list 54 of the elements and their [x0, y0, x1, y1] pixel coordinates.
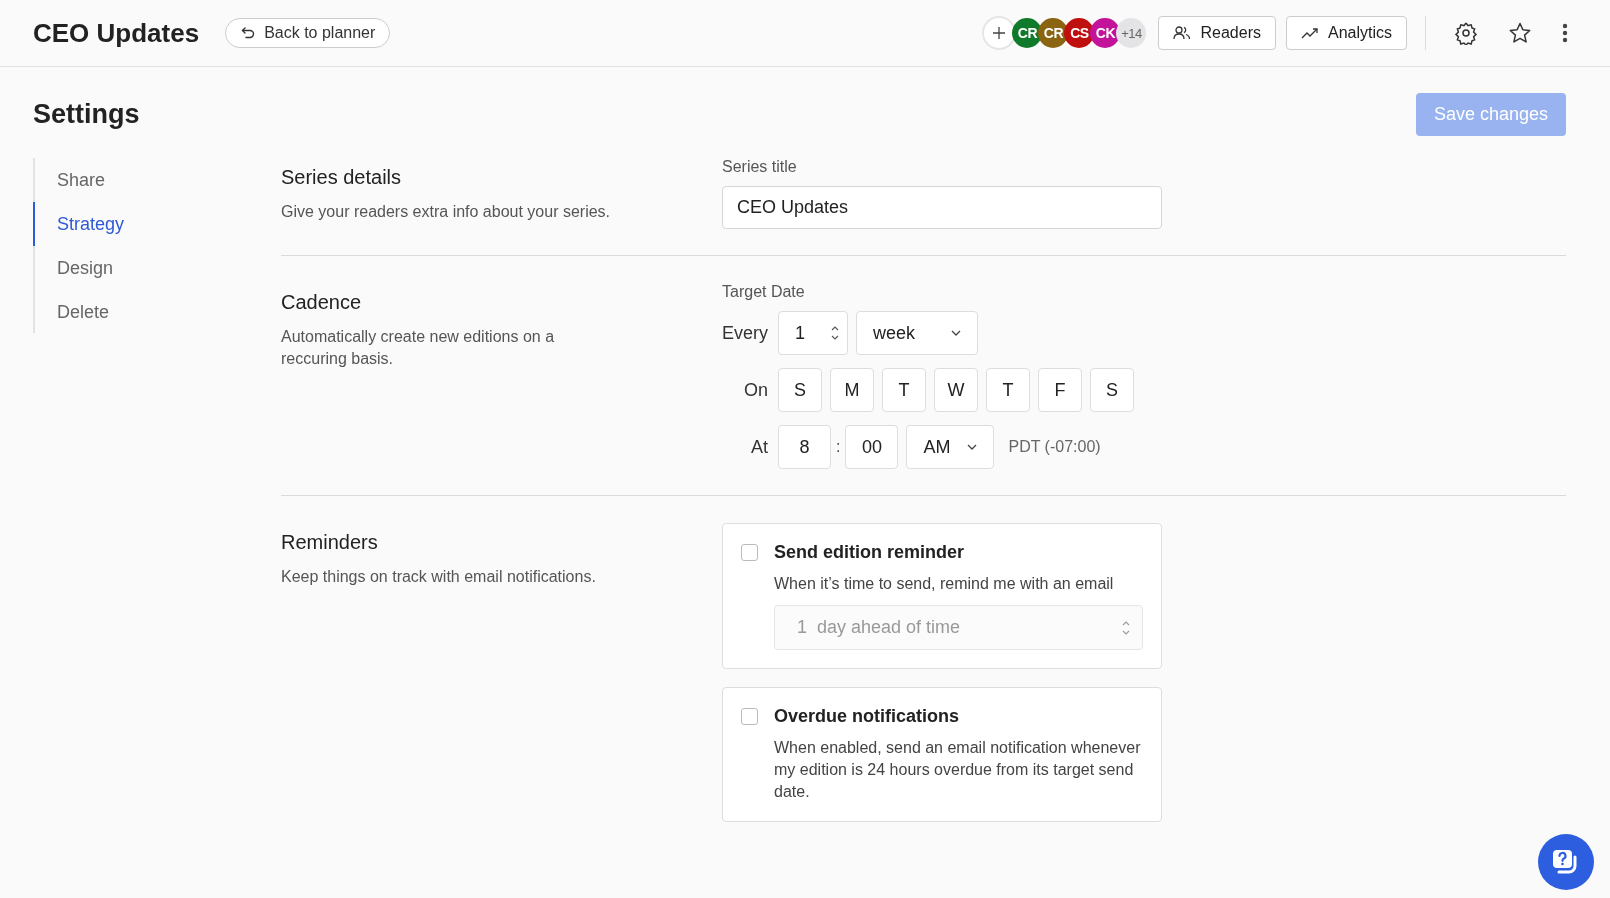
field-label: Series title — [722, 158, 798, 176]
option-description: When enabled, send an email notification whenever my edition is 24 hours overdue from its target send date. — [774, 738, 1142, 802]
at-label: At — [750, 436, 768, 458]
document-title: CEO Updates — [33, 17, 200, 49]
weekday-button[interactable]: M — [830, 368, 874, 412]
page-title: Settings — [33, 99, 140, 130]
interval-unit-dropdown[interactable]: week — [856, 311, 978, 355]
section-description: Automatically create new editions on a reccuring basis. — [281, 327, 556, 369]
checkbox[interactable] — [741, 544, 758, 561]
help-chat-button[interactable] — [1538, 834, 1594, 890]
readers-button[interactable]: Readers — [1158, 16, 1276, 50]
option-description: When it’s time to send, remind me with an email — [774, 574, 1115, 594]
analytics-button[interactable]: Analytics — [1285, 16, 1407, 50]
trend-up-icon — [1300, 27, 1319, 39]
minute-field[interactable]: 00 — [845, 425, 899, 469]
sidebar-item[interactable]: Delete — [33, 290, 132, 334]
section-title: Series details — [281, 166, 403, 189]
undo-icon — [240, 25, 257, 41]
on-label: On — [743, 379, 768, 401]
more-users-count[interactable]: +14 — [1116, 18, 1147, 48]
am-pm-dropdown[interactable]: AM — [906, 425, 995, 469]
checkbox[interactable] — [741, 708, 758, 725]
weekday-button[interactable]: W — [934, 368, 978, 412]
series-title-field[interactable]: CEO Updates — [722, 186, 1162, 229]
sidebar-item[interactable]: Share — [33, 158, 128, 202]
time-separator: : — [836, 438, 841, 456]
weekday-button[interactable]: S — [1090, 368, 1134, 412]
weekday-button[interactable]: F — [1038, 368, 1082, 412]
weekday-button[interactable]: T — [882, 368, 926, 412]
stepper-icon — [1122, 619, 1130, 636]
settings-icon[interactable] — [1454, 21, 1478, 45]
star-icon[interactable] — [1508, 21, 1532, 45]
plus-icon — [992, 26, 1007, 40]
weekday-button[interactable]: S — [778, 368, 822, 412]
sidebar-item[interactable]: Strategy — [33, 202, 147, 246]
section-description: Give your readers extra info about your series. — [281, 202, 612, 222]
more-options-icon[interactable] — [1562, 23, 1568, 43]
timezone-label: PDT (-07:00) — [1008, 438, 1101, 456]
interval-number-field[interactable]: 1 — [778, 311, 848, 355]
section-title: Cadence — [281, 291, 363, 314]
option-title: Overdue notifications — [774, 706, 960, 727]
section-description: Keep things on track with email notifications. — [281, 567, 597, 587]
field-label: Target Date — [722, 283, 806, 301]
back-to-planner-button[interactable]: Back to planner — [225, 18, 391, 48]
weekday-button[interactable]: T — [986, 368, 1030, 412]
people-icon — [1173, 25, 1192, 41]
option-title: Send edition reminder — [774, 542, 965, 563]
sidebar-item[interactable]: Design — [33, 246, 136, 290]
stepper-icon — [831, 325, 839, 341]
chevron-down-icon — [967, 444, 978, 450]
chevron-down-icon — [951, 330, 961, 336]
section-title: Reminders — [281, 531, 379, 554]
every-label: Every — [722, 322, 768, 344]
hour-field[interactable]: 8 — [778, 425, 831, 469]
